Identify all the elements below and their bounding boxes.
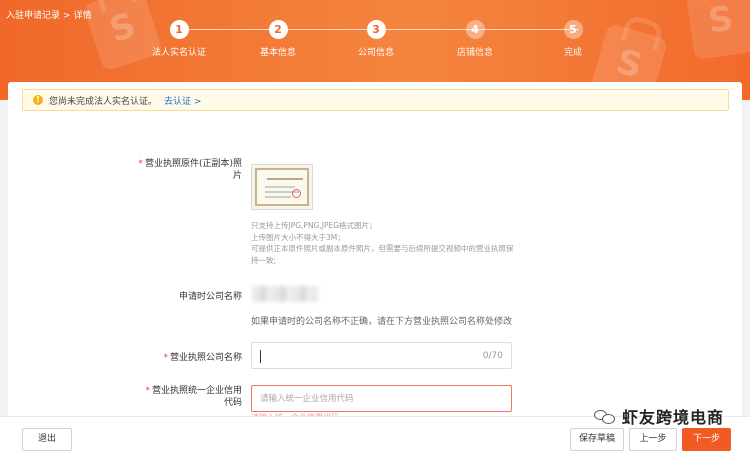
credit-code-label: * 营业执照统一企业信用 代码 bbox=[145, 386, 242, 408]
breadcrumb-parent-link[interactable]: 入驻申请记录 bbox=[6, 11, 60, 21]
step-3: 3 公司信息 bbox=[336, 20, 416, 58]
step-1: 1 法人实名认证 bbox=[139, 20, 219, 58]
next-step-button[interactable]: 下一步 bbox=[682, 428, 731, 451]
warning-icon: ! bbox=[33, 95, 43, 105]
credit-code-field[interactable] bbox=[252, 386, 511, 411]
prev-step-button[interactable]: 上一步 bbox=[629, 428, 677, 451]
step-number: 1 bbox=[169, 20, 189, 39]
breadcrumb-current: 详情 bbox=[73, 11, 92, 21]
license-photo-label: * 营业执照原件(正副本)照 片 bbox=[138, 159, 242, 181]
save-draft-button[interactable]: 保存草稿 bbox=[570, 428, 624, 451]
upload-hints: 只支持上传JPG,PNG,JPEG格式图片； 上传图片大小不得大于3M； 可提供… bbox=[251, 221, 514, 265]
step-number: 5 bbox=[563, 20, 583, 39]
license-certificate-image bbox=[255, 168, 309, 206]
step-label: 法人实名认证 bbox=[151, 48, 206, 58]
form-card: ! 您尚未完成法人实名认证。 去认证 > * 营业执照原件(正副本)照 片 只支持… bbox=[8, 82, 742, 456]
license-company-label: * 营业执照公司名称 bbox=[163, 353, 242, 363]
step-number: 3 bbox=[366, 20, 386, 39]
step-2: 2 基本信息 bbox=[238, 20, 318, 58]
step-number: 4 bbox=[465, 20, 485, 39]
verify-link[interactable]: 去认证 > bbox=[164, 94, 201, 107]
step-4: 4 店铺信息 bbox=[435, 20, 515, 58]
shopping-bag-decor-icon: S bbox=[685, 0, 750, 60]
step-5: 5 完成 bbox=[533, 20, 613, 58]
exit-button[interactable]: 退出 bbox=[22, 428, 72, 451]
license-company-input[interactable]: 0/70 bbox=[251, 342, 512, 369]
step-label: 店铺信息 bbox=[456, 48, 493, 58]
verification-notice: ! 您尚未完成法人实名认证。 去认证 > bbox=[22, 89, 729, 111]
step-label: 公司信息 bbox=[357, 48, 394, 58]
notice-text: 您尚未完成法人实名认证。 bbox=[49, 96, 158, 107]
breadcrumb: 入驻申请记录 > 详情 bbox=[6, 8, 95, 21]
apply-company-label: 申请时公司名称 bbox=[178, 292, 242, 302]
wechat-icon bbox=[594, 408, 616, 425]
step-label: 完成 bbox=[563, 48, 582, 58]
text-caret bbox=[260, 350, 261, 363]
apply-company-note: 如果申请时的公司名称不正确，请在下方营业执照公司名称处修改 bbox=[251, 317, 513, 327]
char-counter: 0/70 bbox=[482, 351, 503, 361]
step-label: 基本信息 bbox=[259, 48, 296, 58]
company-name-blurred bbox=[252, 286, 318, 302]
progress-steps: 1 法人实名认证 2 基本信息 3 公司信息 4 店铺信息 5 完成 bbox=[140, 20, 610, 60]
breadcrumb-separator: > bbox=[63, 11, 71, 21]
wechat-watermark: 虾友跨境电商 bbox=[594, 404, 724, 428]
step-number: 2 bbox=[268, 20, 288, 39]
credit-code-input[interactable] bbox=[251, 385, 512, 412]
watermark-text: 虾友跨境电商 bbox=[622, 408, 725, 427]
license-photo-thumbnail[interactable] bbox=[251, 164, 313, 210]
